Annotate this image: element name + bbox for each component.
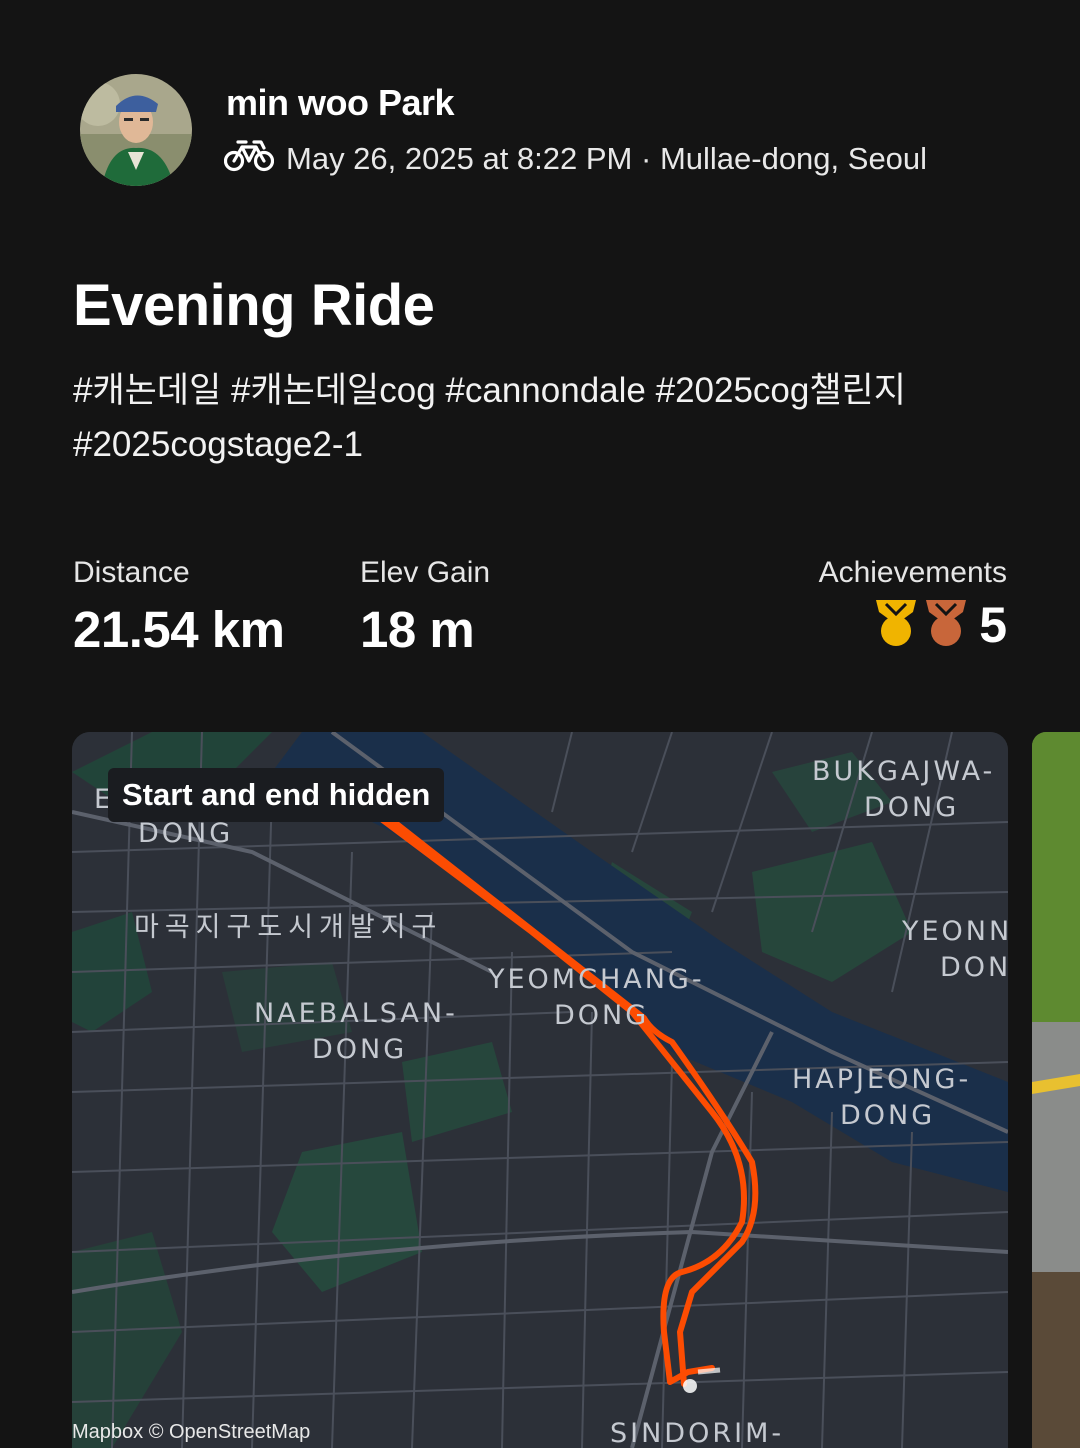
map-label-hapjeong-1: HAPJEONG- xyxy=(792,1064,971,1095)
map-label-sindorim: SINDORIM- xyxy=(610,1418,784,1448)
map-label-bukgajwa-1: BUKGAJWA- xyxy=(812,756,995,787)
distance-label: Distance xyxy=(73,556,190,589)
map-label-yeonnam-1: YEONN xyxy=(901,916,1008,947)
hashtags-line-1[interactable]: #캐논데일 #캐논데일cog #cannondale #2025cog챌린지 xyxy=(73,364,1023,418)
map-label-magok: 마곡지구도시개발지구 xyxy=(134,912,442,943)
map-label-dong-west: DONG xyxy=(138,818,233,849)
activity-meta: May 26, 2025 at 8:22 PM · Mullae-dong, S… xyxy=(223,138,928,180)
distance-value: 21.54 km xyxy=(73,601,285,658)
bronze-medal-icon xyxy=(923,598,969,653)
elev-gain-label: Elev Gain xyxy=(360,556,491,589)
map-label-naebalsan-2: DONG xyxy=(312,1034,407,1065)
stat-achievements[interactable]: Achievements 5 xyxy=(819,556,1007,654)
map-label-hapjeong-2: DONG xyxy=(840,1100,935,1131)
map-label-bukgajwa-2: DONG xyxy=(864,792,959,823)
achievements-label: Achievements xyxy=(818,556,1007,589)
achievements-count: 5 xyxy=(979,597,1007,653)
map-label-yeomchang-1: YEOMCHANG- xyxy=(487,964,705,995)
activity-description: #캐논데일 #캐논데일cog #cannondale #2025cog챌린지 #… xyxy=(73,364,1023,472)
activity-date: May 26, 2025 at 8:22 PM xyxy=(286,141,633,176)
bike-icon xyxy=(223,138,286,180)
athlete-name[interactable]: min woo Park xyxy=(226,82,455,124)
hashtags-line-2[interactable]: #2025cogstage2-1 xyxy=(73,418,1023,472)
stat-elev-gain: Elev Gain 18 m xyxy=(360,556,490,659)
map-label-naebalsan-1: NAEBALSAN- xyxy=(254,998,458,1029)
activity-title[interactable]: Evening Ride xyxy=(73,272,435,339)
gold-medal-icon xyxy=(873,598,919,653)
elev-gain-value: 18 m xyxy=(360,601,475,658)
map-label-yeomchang-2: DONG xyxy=(554,1000,649,1031)
activity-header: min woo Park May 26, 2025 at 8:22 PM · M… xyxy=(80,74,1040,190)
map-attribution[interactable]: Mapbox © OpenStreetMap xyxy=(72,1421,310,1444)
map-label-yeonnam-2: DON xyxy=(940,952,1008,983)
map-canvas: E DONG 마곡지구도시개발지구 NAEBALSAN- DONG YEOMCH… xyxy=(72,732,1008,1448)
route-map[interactable]: E DONG 마곡지구도시개발지구 NAEBALSAN- DONG YEOMCH… xyxy=(72,732,1008,1448)
avatar[interactable] xyxy=(80,74,192,186)
stat-distance: Distance 21.54 km xyxy=(73,556,285,659)
privacy-badge: Start and end hidden xyxy=(108,768,445,822)
meta-separator: · xyxy=(632,141,660,176)
next-media-photo[interactable] xyxy=(1032,732,1080,1448)
activity-location: Mullae-dong, Seoul xyxy=(659,141,928,176)
